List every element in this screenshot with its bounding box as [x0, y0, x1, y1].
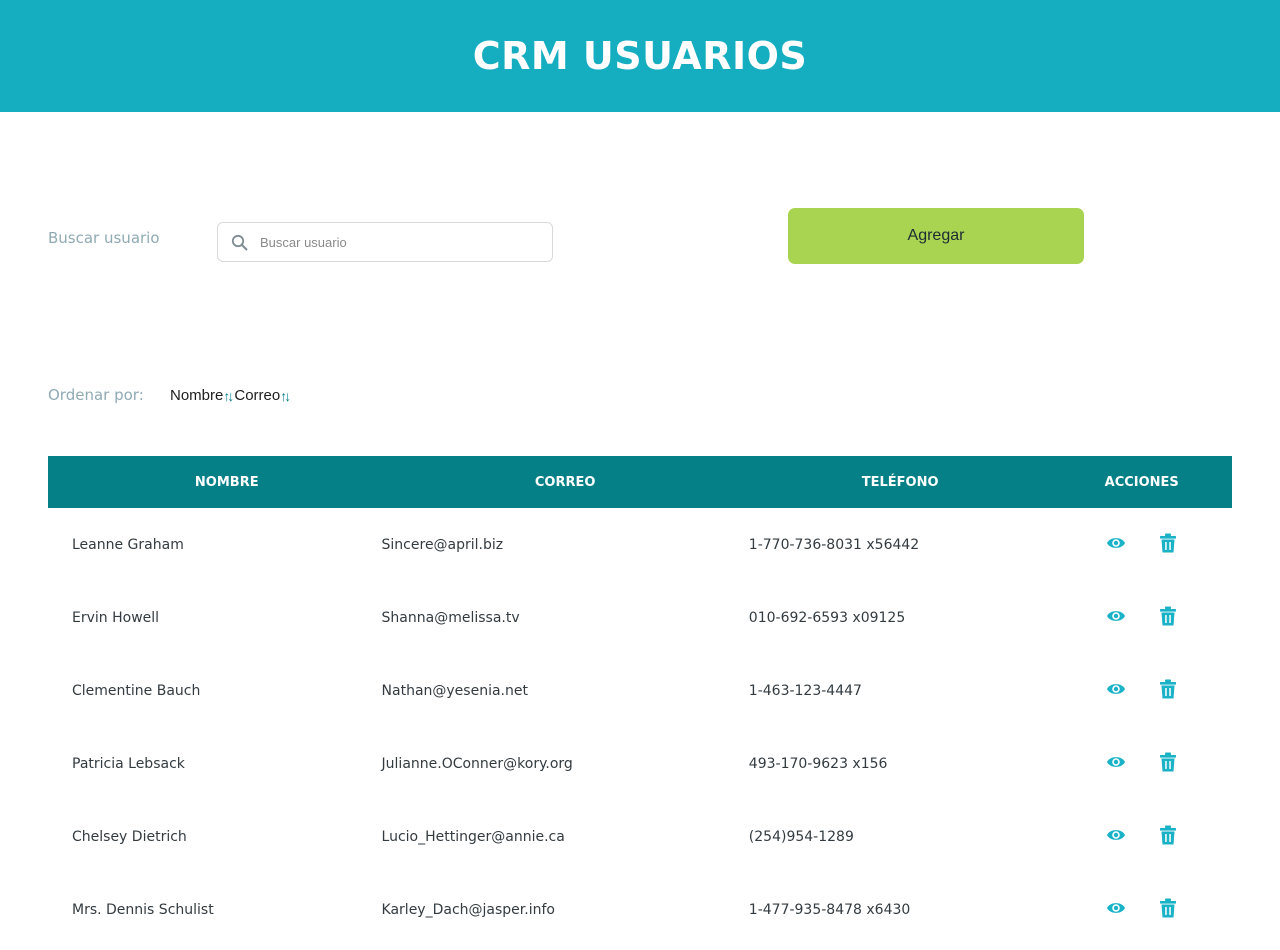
cell-phone: 010-692-6593 x09125 [748, 609, 906, 626]
add-user-button[interactable]: Agregar [788, 208, 1084, 264]
trash-icon[interactable] [1158, 679, 1178, 699]
cell-actions [1051, 727, 1232, 800]
table-row: Mrs. Dennis Schulist Karley_Dach@jasper.… [48, 873, 1232, 946]
eye-icon[interactable] [1106, 898, 1126, 918]
table-row: Clementine Bauch Nathan@yesenia.net 1-46… [48, 654, 1232, 727]
cell-actions [1051, 800, 1232, 873]
eye-icon[interactable] [1106, 825, 1126, 845]
sort-arrows-icon: ↑↓ [223, 387, 234, 404]
cell-email: Karley_Dach@jasper.info [381, 901, 555, 918]
sort-options: Nombre ↑↓ Correo ↑↓ [170, 387, 291, 404]
column-header-phone: TELÉFONO [861, 474, 939, 490]
row-actions [1051, 898, 1232, 918]
cell-phone: (254)954-1289 [748, 828, 854, 845]
sort-label: Ordenar por: [48, 386, 144, 404]
row-actions [1051, 533, 1232, 553]
row-actions [1051, 679, 1232, 699]
sort-arrows-icon: ↑↓ [280, 387, 291, 404]
trash-icon[interactable] [1158, 606, 1178, 626]
page-title: CRM USUARIOS [472, 34, 808, 78]
cell-name: Ervin Howell [72, 609, 160, 626]
cell-actions [1051, 654, 1232, 727]
trash-icon[interactable] [1158, 533, 1178, 553]
eye-icon[interactable] [1106, 606, 1126, 626]
cell-email: Julianne.OConner@kory.org [381, 755, 573, 772]
cell-name: Leanne Graham [72, 536, 184, 553]
row-actions [1051, 825, 1232, 845]
cell-phone: 493-170-9623 x156 [748, 755, 888, 772]
column-header-actions: ACCIONES [1104, 474, 1179, 490]
table-header: NOMBRE CORREO TELÉFONO ACCIONES [48, 456, 1232, 508]
column-header-name: NOMBRE [194, 474, 259, 490]
trash-icon[interactable] [1158, 898, 1178, 918]
sort-by-email-label: Correo [234, 387, 281, 404]
table-row: Leanne Graham Sincere@april.biz 1-770-73… [48, 508, 1232, 581]
cell-actions [1051, 508, 1232, 581]
cell-email: Shanna@melissa.tv [381, 609, 520, 626]
cell-email: Nathan@yesenia.net [381, 682, 528, 699]
cell-actions [1051, 581, 1232, 654]
cell-name: Clementine Bauch [72, 682, 201, 699]
sort-by-email[interactable]: Correo ↑↓ [234, 387, 291, 404]
eye-icon[interactable] [1106, 679, 1126, 699]
cell-name: Chelsey Dietrich [72, 828, 187, 845]
trash-icon[interactable] [1158, 825, 1178, 845]
eye-icon[interactable] [1106, 752, 1126, 772]
sort-by-name[interactable]: Nombre ↑↓ [170, 387, 234, 404]
search-input[interactable] [258, 233, 522, 251]
cell-actions [1051, 873, 1232, 946]
sort-by-name-label: Nombre [170, 387, 224, 404]
row-actions [1051, 606, 1232, 626]
table-body: Leanne Graham Sincere@april.biz 1-770-73… [48, 508, 1232, 946]
table-row: Chelsey Dietrich Lucio_Hettinger@annie.c… [48, 800, 1232, 873]
search-icon [230, 233, 248, 251]
cell-name: Patricia Lebsack [72, 755, 185, 772]
column-header-email: CORREO [534, 474, 596, 490]
trash-icon[interactable] [1158, 752, 1178, 772]
cell-phone: 1-463-123-4447 [748, 682, 862, 699]
table-row: Patricia Lebsack Julianne.OConner@kory.o… [48, 727, 1232, 800]
search-label: Buscar usuario [48, 229, 160, 247]
eye-icon[interactable] [1106, 533, 1126, 553]
app-header: CRM USUARIOS [0, 0, 1280, 112]
cell-phone: 1-770-736-8031 x56442 [748, 536, 920, 553]
users-table: NOMBRE CORREO TELÉFONO ACCIONES Leanne G… [48, 456, 1232, 946]
cell-email: Sincere@april.biz [381, 536, 504, 553]
table-row: Ervin Howell Shanna@melissa.tv 010-692-6… [48, 581, 1232, 654]
row-actions [1051, 752, 1232, 772]
search-box[interactable] [217, 222, 553, 262]
cell-email: Lucio_Hettinger@annie.ca [381, 828, 565, 845]
cell-name: Mrs. Dennis Schulist [72, 901, 214, 918]
cell-phone: 1-477-935-8478 x6430 [748, 901, 911, 918]
